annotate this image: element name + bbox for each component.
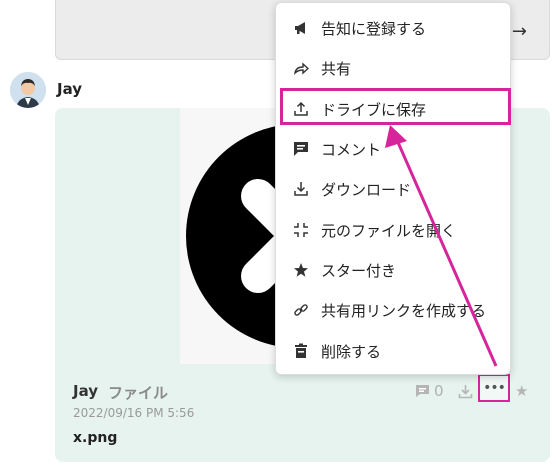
menu-item-announce[interactable]: 告知に登録する bbox=[276, 8, 512, 48]
file-name[interactable]: x.png bbox=[73, 430, 117, 446]
avatar[interactable] bbox=[10, 72, 46, 108]
menu-item-create-share-link[interactable]: 共有用リンクを作成する bbox=[276, 290, 512, 330]
post-author: Jay bbox=[57, 80, 83, 98]
comment-action[interactable]: 0 bbox=[415, 380, 444, 402]
trash-icon bbox=[292, 342, 310, 360]
menu-item-label: 告知に登録する bbox=[321, 19, 427, 38]
context-menu: 告知に登録する 共有 ドライブに保存 コメント ダウンロード 元のファイルを開く bbox=[275, 2, 511, 375]
download-action[interactable] bbox=[458, 380, 473, 402]
star-icon: ★ bbox=[515, 382, 529, 400]
menu-item-comment[interactable]: コメント bbox=[276, 129, 512, 169]
star-icon bbox=[292, 261, 310, 279]
menu-item-label: コメント bbox=[321, 140, 382, 159]
more-dots-icon: ••• bbox=[483, 380, 506, 396]
file-author: Jay bbox=[73, 382, 99, 400]
menu-item-delete[interactable]: 削除する bbox=[276, 331, 512, 371]
menu-item-download[interactable]: ダウンロード bbox=[276, 169, 512, 209]
menu-item-share[interactable]: 共有 bbox=[276, 48, 512, 88]
menu-item-label: 削除する bbox=[321, 342, 382, 361]
menu-item-star[interactable]: スター付き bbox=[276, 250, 512, 290]
menu-item-open-original[interactable]: 元のファイルを開く bbox=[276, 210, 512, 250]
file-timestamp: 2022/09/16 PM 5:56 bbox=[73, 406, 195, 420]
share-arrow-icon bbox=[292, 59, 310, 77]
menu-item-label: スター付き bbox=[321, 261, 397, 280]
comment-count: 0 bbox=[434, 382, 444, 400]
download-icon bbox=[458, 384, 473, 398]
file-type-label: ファイル bbox=[108, 384, 169, 402]
comment-icon bbox=[292, 140, 310, 158]
menu-item-label: 共有用リンクを作成する bbox=[321, 301, 487, 320]
star-action[interactable]: ★ bbox=[515, 380, 528, 402]
expand-icon bbox=[292, 221, 310, 239]
link-icon bbox=[292, 301, 310, 319]
megaphone-icon bbox=[292, 19, 310, 37]
forward-arrow-icon[interactable]: → bbox=[512, 21, 527, 42]
menu-item-label: ダウンロード bbox=[321, 180, 412, 199]
menu-item-label: 元のファイルを開く bbox=[321, 221, 457, 240]
comment-icon bbox=[416, 385, 429, 397]
more-options-button[interactable]: ••• bbox=[478, 374, 510, 402]
menu-item-label: 共有 bbox=[321, 59, 352, 78]
download-icon bbox=[292, 180, 310, 198]
highlight-box bbox=[280, 88, 511, 125]
